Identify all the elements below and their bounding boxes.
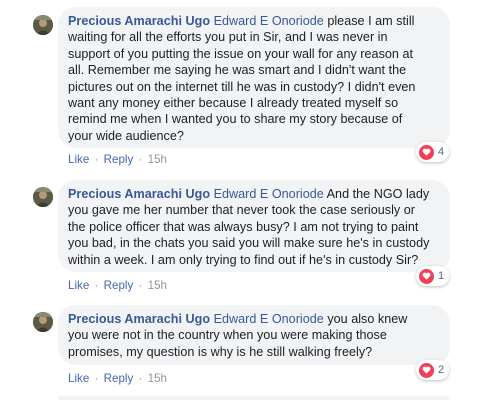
comment-text-line: you gave me her number that never took t… bbox=[68, 203, 416, 218]
reactions-summary[interactable]: 4 bbox=[416, 142, 450, 162]
timestamp-link[interactable]: 15h bbox=[148, 372, 167, 385]
reply-link[interactable]: Reply bbox=[104, 372, 134, 385]
comment-author-link[interactable]: Precious Amarachi Ugo bbox=[68, 14, 210, 28]
separator-dot: · bbox=[94, 279, 99, 292]
separator-dot: · bbox=[94, 153, 99, 166]
comment-text-line: within a week. I am only trying to find … bbox=[68, 252, 419, 267]
comment-text-line: please I am still bbox=[323, 14, 415, 28]
comment-bubble: Precious Amarachi Ugo Edward E Onoriode … bbox=[58, 180, 450, 272]
comment-text-line: pictures out on the internet till he was… bbox=[68, 79, 416, 94]
like-link[interactable]: Like bbox=[68, 372, 89, 385]
reaction-count: 2 bbox=[438, 364, 445, 376]
like-link[interactable]: Like bbox=[68, 153, 89, 166]
comment-author-link[interactable]: Precious Amarachi Ugo bbox=[68, 187, 210, 201]
comment-author-link[interactable]: Precious Amarachi Ugo bbox=[68, 312, 210, 326]
comment-text-line: waiting for all the efforts you put in S… bbox=[68, 30, 388, 45]
avatar-photo-icon bbox=[33, 312, 53, 332]
separator-dot: · bbox=[138, 153, 143, 166]
love-heart-icon bbox=[419, 144, 434, 160]
avatar-photo-icon bbox=[33, 187, 53, 207]
separator-dot: · bbox=[138, 372, 143, 385]
comment-text-line: you were not in the country when you wer… bbox=[68, 328, 387, 343]
comment-text-line: want any money either because I already … bbox=[68, 96, 399, 111]
like-link[interactable]: Like bbox=[68, 279, 89, 292]
comment-text-line: you bad, in the chats you said you will … bbox=[68, 236, 430, 251]
reply-link[interactable]: Reply bbox=[104, 279, 134, 292]
comment-text-line: And the NGO lady bbox=[323, 187, 430, 201]
reply-link[interactable]: Reply bbox=[104, 153, 134, 166]
comment-text-line: support of you putting the issue on your… bbox=[68, 46, 413, 61]
mention-link[interactable]: Edward E Onoriode bbox=[214, 187, 324, 201]
comment-text-line: remind me when I wanted you to share my … bbox=[68, 112, 403, 127]
avatar[interactable] bbox=[33, 187, 53, 207]
avatar[interactable] bbox=[33, 15, 53, 35]
mention-link[interactable]: Edward E Onoriode bbox=[214, 312, 324, 326]
timestamp-link[interactable]: 15h bbox=[148, 279, 167, 292]
comment-actions: Like · Reply · 15h bbox=[68, 372, 167, 385]
comment-text-line: promises, my question is why is he still… bbox=[68, 344, 373, 359]
love-heart-icon bbox=[419, 268, 434, 284]
reaction-count: 1 bbox=[438, 270, 445, 282]
comment-actions: Like · Reply · 15h bbox=[68, 279, 167, 292]
timestamp-link[interactable]: 15h bbox=[148, 153, 167, 166]
separator-dot: · bbox=[94, 372, 99, 385]
mention-link[interactable]: Edward E Onoriode bbox=[214, 14, 324, 28]
comment-text-line: the police officer that was always busy?… bbox=[68, 219, 419, 234]
reaction-count: 4 bbox=[438, 146, 445, 158]
comment-text-line: your wide audience? bbox=[68, 128, 184, 143]
avatar-photo-icon bbox=[33, 15, 53, 35]
avatar[interactable] bbox=[33, 312, 53, 332]
reactions-summary[interactable]: 2 bbox=[416, 360, 450, 380]
reactions-summary[interactable]: 1 bbox=[416, 266, 450, 286]
next-comment-bubble-edge bbox=[58, 396, 450, 400]
comment-actions: Like · Reply · 15h bbox=[68, 153, 167, 166]
comment-text-line: all. Remember me saying he was smart and… bbox=[68, 63, 407, 78]
comment-bubble: Precious Amarachi Ugo Edward E Onoriode … bbox=[58, 305, 450, 365]
comment-text-line: you also knew bbox=[323, 312, 408, 326]
separator-dot: · bbox=[138, 279, 143, 292]
love-heart-icon bbox=[419, 362, 434, 378]
comment-bubble: Precious Amarachi Ugo Edward E Onoriode … bbox=[58, 7, 450, 148]
